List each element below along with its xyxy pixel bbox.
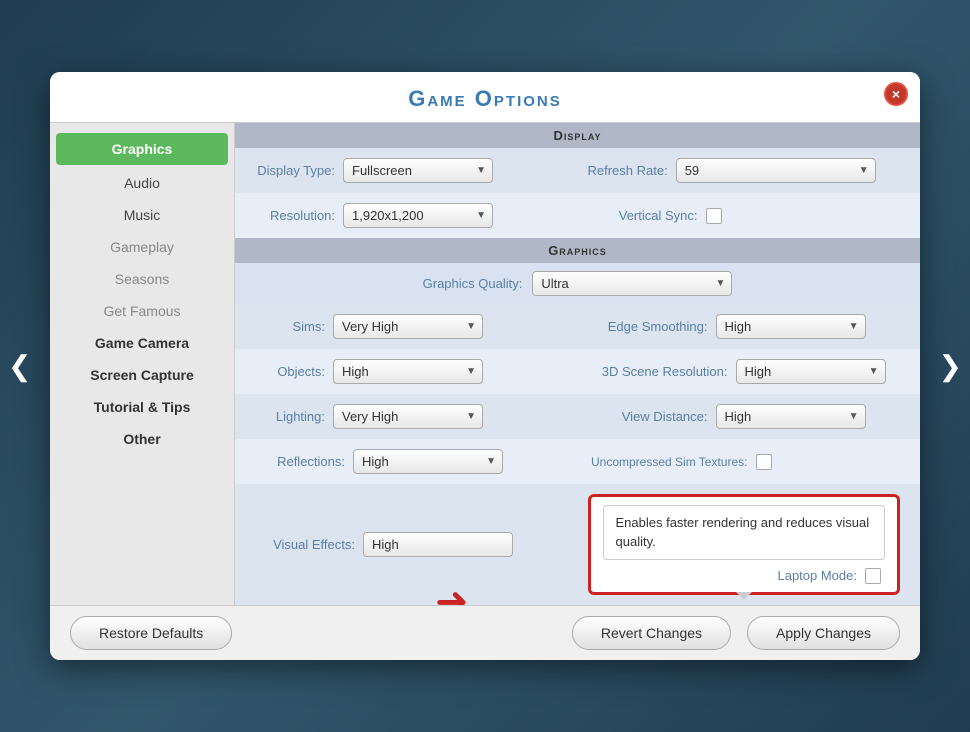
graphics-row-3: Lighting: Very High ▼ View Distance: Hig… — [235, 394, 920, 439]
vertical-sync-group: Vertical Sync: — [588, 203, 901, 228]
view-distance-select[interactable]: High ▼ — [716, 404, 866, 429]
apply-changes-button[interactable]: Apply Changes — [747, 616, 900, 650]
graphics-row-2: Objects: High ▼ 3D Scene Resolution: Hig… — [235, 349, 920, 394]
display-type-arrow: ▼ — [476, 165, 486, 176]
sidebar-item-graphics[interactable]: Graphics — [56, 133, 228, 165]
display-type-select[interactable]: Fullscreen ▼ — [343, 158, 493, 183]
footer-right-buttons: Revert Changes Apply Changes — [572, 616, 900, 650]
modal-title: Game Options — [408, 86, 562, 111]
graphics-row-1: Sims: Very High ▼ Edge Smoothing: High ▼ — [235, 304, 920, 349]
edge-smoothing-arrow: ▼ — [849, 321, 859, 332]
reflections-group: Reflections: High ▼ — [255, 449, 568, 474]
sidebar-item-screen-capture[interactable]: Screen Capture — [50, 359, 234, 391]
objects-arrow: ▼ — [466, 366, 476, 377]
vertical-sync-label: Vertical Sync: — [588, 208, 698, 223]
graphics-quality-row: Graphics Quality: Ultra ▼ — [235, 263, 920, 304]
vertical-sync-checkbox[interactable] — [706, 208, 722, 224]
lighting-arrow: ▼ — [466, 411, 476, 422]
sidebar-item-tutorial-tips[interactable]: Tutorial & Tips — [50, 391, 234, 423]
modal-footer: Restore Defaults Revert Changes Apply Ch… — [50, 605, 920, 660]
modal-body: Graphics Audio Music Gameplay Seasons Ge… — [50, 123, 920, 604]
graphics-quality-arrow: ▼ — [715, 278, 725, 289]
refresh-rate-arrow: ▼ — [859, 165, 869, 176]
objects-label: Objects: — [255, 364, 325, 379]
tooltip-tail — [736, 592, 752, 600]
display-row-1: Display Type: Fullscreen ▼ Refresh Rate:… — [235, 148, 920, 193]
scene-resolution-select[interactable]: High ▼ — [736, 359, 886, 384]
content-area: Display Display Type: Fullscreen ▼ Refre… — [235, 123, 920, 604]
laptop-mode-highlight-box: Enables faster rendering and reduces vis… — [588, 494, 901, 594]
sidebar-item-audio[interactable]: Audio — [50, 167, 234, 199]
display-section-header: Display — [235, 123, 920, 148]
graphics-row-4: Reflections: High ▼ Uncompressed Sim Tex… — [235, 439, 920, 484]
display-type-group: Display Type: Fullscreen ▼ — [255, 158, 568, 183]
uncompressed-textures-checkbox[interactable] — [756, 454, 772, 470]
modal-header: Game Options × — [50, 72, 920, 123]
laptop-mode-row: Laptop Mode: — [603, 568, 886, 584]
close-button[interactable]: × — [884, 82, 908, 106]
resolution-group: Resolution: 1,920x1,200 ▼ — [255, 203, 568, 228]
uncompressed-textures-group: Uncompressed Sim Textures: — [588, 449, 901, 474]
graphics-row-5: Visual Effects: High Enables faster rend… — [235, 484, 920, 604]
scene-resolution-label: 3D Scene Resolution: — [588, 364, 728, 379]
revert-changes-button[interactable]: Revert Changes — [572, 616, 731, 650]
sidebar-item-music[interactable]: Music — [50, 199, 234, 231]
display-type-label: Display Type: — [255, 163, 335, 178]
resolution-select[interactable]: 1,920x1,200 ▼ — [343, 203, 493, 228]
refresh-rate-label: Refresh Rate: — [588, 163, 668, 178]
sidebar-item-game-camera[interactable]: Game Camera — [50, 327, 234, 359]
display-row-2: Resolution: 1,920x1,200 ▼ Vertical Sync: — [235, 193, 920, 238]
game-options-modal: Game Options × Graphics Audio Music Game… — [50, 72, 920, 659]
sims-label: Sims: — [255, 319, 325, 334]
lighting-select[interactable]: Very High ▼ — [333, 404, 483, 429]
nav-right-arrow[interactable]: ❯ — [939, 350, 962, 383]
laptop-mode-label: Laptop Mode: — [777, 568, 857, 583]
sims-select[interactable]: Very High ▼ — [333, 314, 483, 339]
objects-select[interactable]: High ▼ — [333, 359, 483, 384]
resolution-arrow: ▼ — [476, 210, 486, 221]
sims-arrow: ▼ — [466, 321, 476, 332]
visual-effects-label: Visual Effects: — [255, 537, 355, 552]
laptop-mode-checkbox[interactable] — [865, 568, 881, 584]
edge-smoothing-label: Edge Smoothing: — [588, 319, 708, 334]
graphics-section-header: Graphics — [235, 238, 920, 263]
lighting-group: Lighting: Very High ▼ — [255, 404, 568, 429]
scene-resolution-group: 3D Scene Resolution: High ▼ — [588, 359, 901, 384]
view-distance-arrow: ▼ — [849, 411, 859, 422]
view-distance-group: View Distance: High ▼ — [588, 404, 901, 429]
refresh-rate-group: Refresh Rate: 59 ▼ — [588, 158, 901, 183]
reflections-select[interactable]: High ▼ — [353, 449, 503, 474]
visual-effects-group: Visual Effects: High — [255, 494, 568, 594]
sidebar-item-gameplay[interactable]: Gameplay — [50, 231, 234, 263]
graphics-quality-select[interactable]: Ultra ▼ — [532, 271, 732, 296]
uncompressed-textures-label: Uncompressed Sim Textures: — [588, 455, 748, 469]
restore-defaults-button[interactable]: Restore Defaults — [70, 616, 232, 650]
objects-group: Objects: High ▼ — [255, 359, 568, 384]
scene-resolution-arrow: ▼ — [869, 366, 879, 377]
edge-smoothing-select[interactable]: High ▼ — [716, 314, 866, 339]
sidebar-item-seasons[interactable]: Seasons — [50, 263, 234, 295]
sidebar-item-get-famous[interactable]: Get Famous — [50, 295, 234, 327]
reflections-label: Reflections: — [255, 454, 345, 469]
graphics-quality-label: Graphics Quality: — [423, 276, 523, 291]
visual-effects-select[interactable]: High — [363, 532, 513, 557]
tooltip-popup: Enables faster rendering and reduces vis… — [603, 505, 886, 559]
reflections-arrow: ▼ — [486, 456, 496, 467]
laptop-mode-group: Enables faster rendering and reduces vis… — [588, 494, 901, 594]
resolution-label: Resolution: — [255, 208, 335, 223]
sidebar: Graphics Audio Music Gameplay Seasons Ge… — [50, 123, 235, 604]
modal-overlay: Game Options × Graphics Audio Music Game… — [0, 0, 970, 732]
view-distance-label: View Distance: — [588, 409, 708, 424]
sidebar-item-other[interactable]: Other — [50, 423, 234, 455]
sims-group: Sims: Very High ▼ — [255, 314, 568, 339]
nav-left-arrow[interactable]: ❮ — [8, 350, 31, 383]
refresh-rate-select[interactable]: 59 ▼ — [676, 158, 876, 183]
red-arrow-annotation: ➜ — [435, 579, 469, 605]
edge-smoothing-group: Edge Smoothing: High ▼ — [588, 314, 901, 339]
lighting-label: Lighting: — [255, 409, 325, 424]
